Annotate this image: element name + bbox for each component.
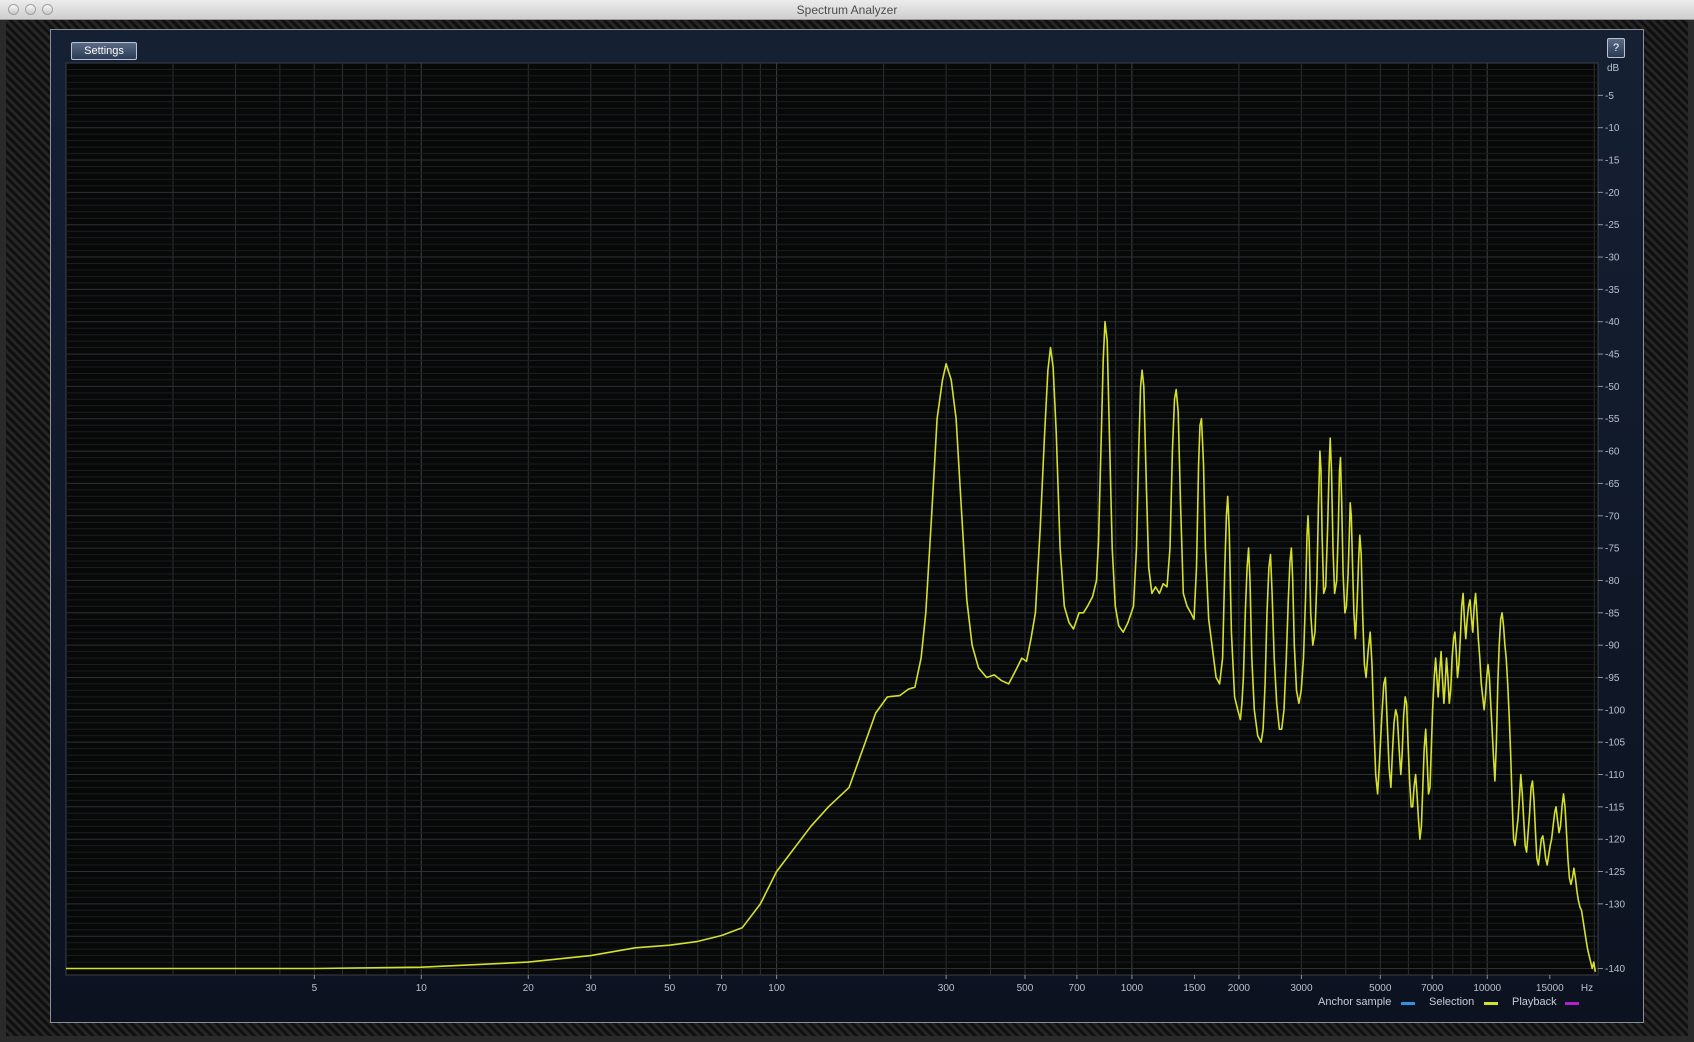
x-tick-label: 50: [664, 983, 676, 994]
x-tick-label: 10000: [1473, 983, 1501, 994]
y-tick-label: -115: [1605, 802, 1625, 813]
x-tick-label: 20: [523, 983, 535, 994]
x-tick-label: 300: [938, 983, 955, 994]
y-tick-label: -70: [1605, 511, 1620, 522]
y-tick-label: -110: [1605, 770, 1625, 781]
x-tick-label: 30: [585, 983, 597, 994]
y-tick-label: -80: [1605, 576, 1620, 587]
y-tick-label: -120: [1605, 835, 1625, 846]
y-tick-label: -100: [1605, 705, 1625, 716]
y-tick-label: -130: [1605, 899, 1625, 910]
x-tick-label: 3000: [1290, 983, 1313, 994]
x-axis-label: Hz: [1581, 983, 1593, 994]
legend-playback-swatch: [1565, 1002, 1579, 1005]
y-tick-label: -35: [1605, 285, 1620, 296]
app-window: Spectrum Analyzer Settings ? dB -5 -10 -15-…: [0, 0, 1694, 1042]
x-tick-label: 500: [1017, 983, 1034, 994]
x-tick-label: 5000: [1369, 983, 1392, 994]
x-tick-label: 10: [416, 983, 428, 994]
legend-selection: Selection: [1429, 996, 1475, 1008]
y-tick-label: -95: [1605, 673, 1620, 684]
x-tick-label: 5: [312, 983, 318, 994]
x-tick-label: 2000: [1228, 983, 1251, 994]
y-tick-label: -50: [1605, 382, 1620, 393]
x-tick-label: 7000: [1421, 983, 1444, 994]
y-tick-label: -10: [1605, 123, 1620, 134]
x-tick-label: 100: [768, 983, 785, 994]
legend-playback: Playback: [1512, 996, 1557, 1008]
x-tick-label: 70: [716, 983, 728, 994]
legend-selection-swatch: [1484, 1002, 1498, 1005]
x-axis: 5 10 20 30 50 70 100 300 500 700 1000 1500 2000 3000 5…: [312, 975, 1593, 994]
x-tick-label: 1500: [1183, 983, 1206, 994]
y-tick-label: -30: [1605, 253, 1620, 264]
y-tick-label: -90: [1605, 641, 1620, 652]
y-tick-label: -125: [1605, 867, 1625, 878]
y-tick-label: -45: [1605, 350, 1620, 361]
spectrum-chart: dB -5 -10 -15 -20 -25 -30 -35 -40 -45 -50 -55 -60 -65…: [65, 62, 1625, 994]
y-tick-label: -20: [1605, 188, 1620, 199]
y-tick-label: -15: [1605, 156, 1620, 167]
y-tick-label: -75: [1605, 544, 1620, 555]
y-tick-label: -25: [1605, 220, 1620, 231]
x-tick-label: 700: [1069, 983, 1086, 994]
plot-area: [65, 62, 1599, 976]
x-tick-label: 15000: [1536, 983, 1564, 994]
y-tick-label: -5: [1605, 91, 1614, 102]
y-tick-label: -85: [1605, 608, 1620, 619]
y-tick-label: -60: [1605, 447, 1620, 458]
x-tick-label: 1000: [1121, 983, 1144, 994]
y-axis: dB -5 -10 -15 -20 -25 -30 -35 -40 -45 -50 -55 -60 -65…: [1598, 63, 1625, 975]
y-axis-label: dB: [1607, 63, 1620, 74]
y-tick-label: -140: [1605, 964, 1625, 975]
legend-anchor-swatch: [1401, 1002, 1415, 1005]
y-tick-label: -55: [1605, 414, 1620, 425]
legend-anchor-sample: Anchor sample: [1318, 996, 1392, 1008]
y-tick-label: -105: [1605, 738, 1625, 749]
y-tick-label: -65: [1605, 479, 1620, 490]
y-tick-label: -40: [1605, 317, 1620, 328]
